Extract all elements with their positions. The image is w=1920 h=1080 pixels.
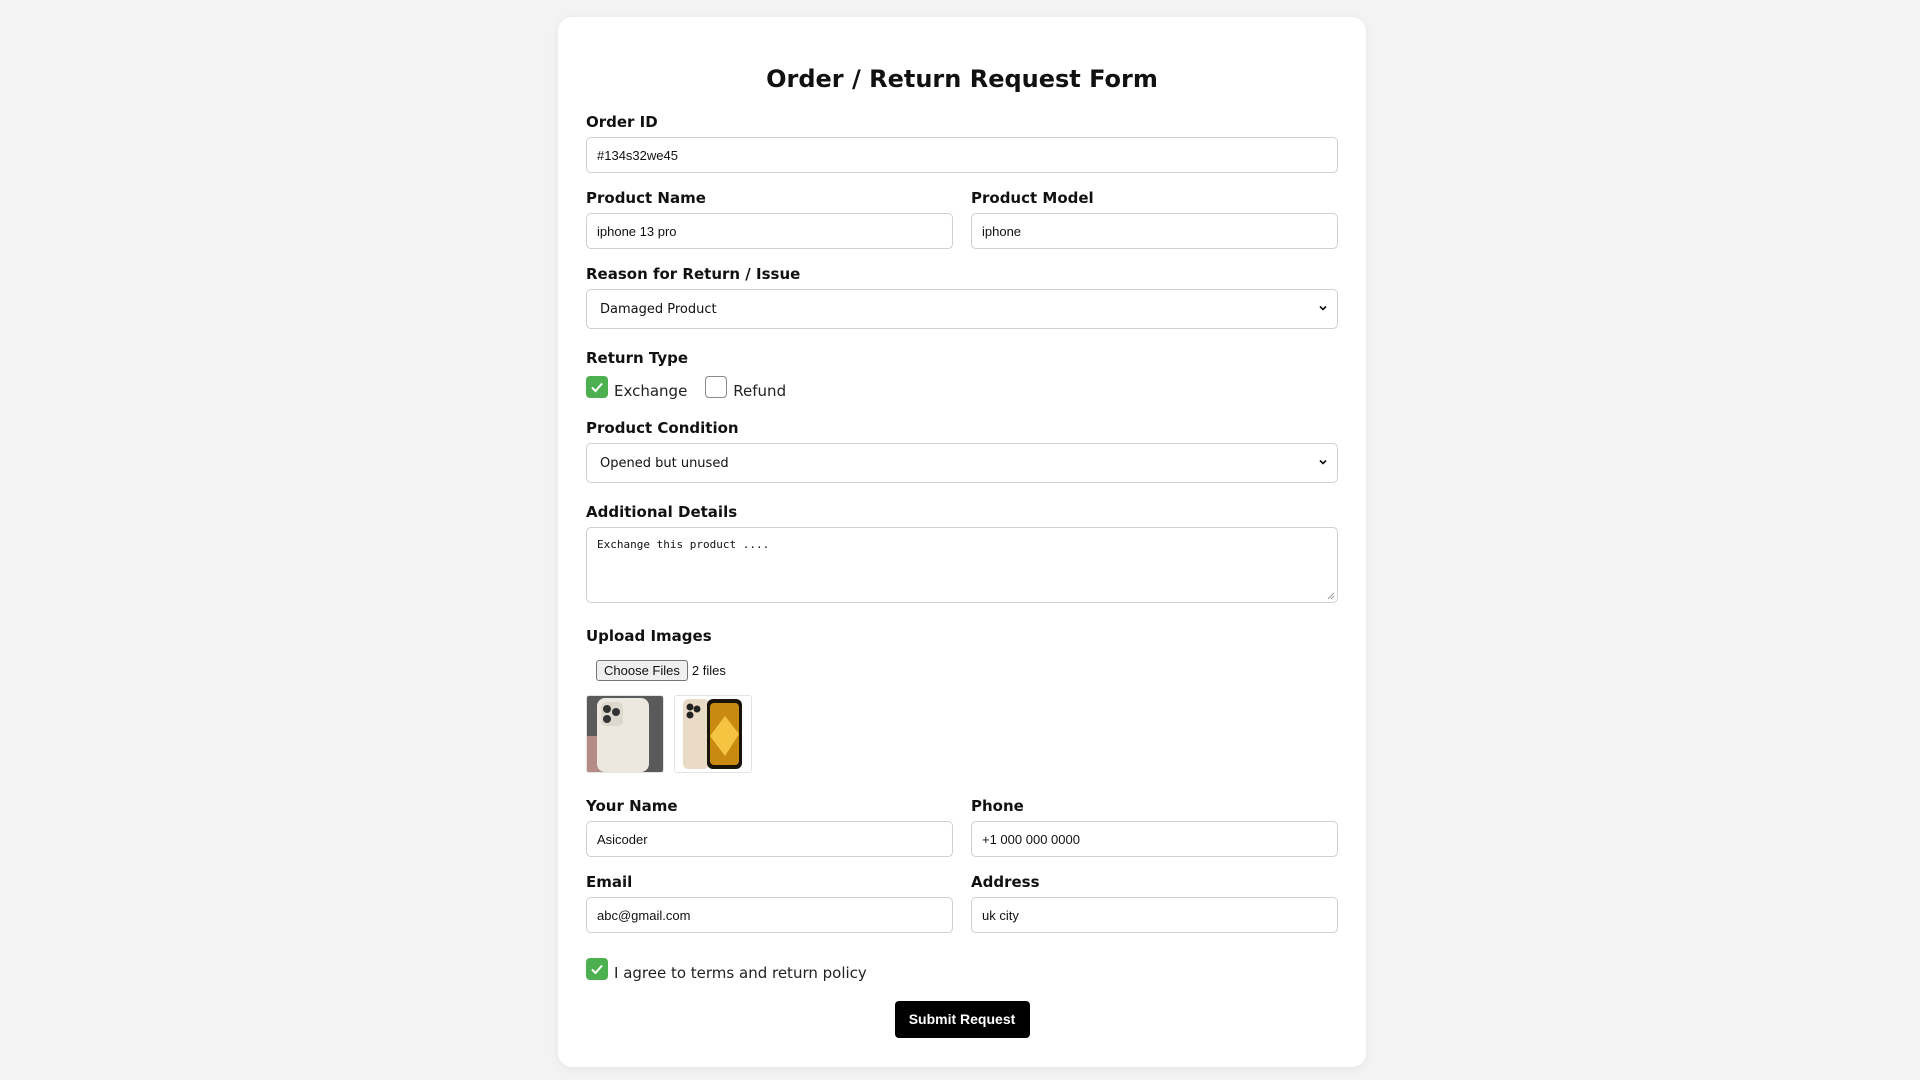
condition-selected-value: Opened but unused	[600, 456, 729, 471]
image-thumbnail	[674, 695, 752, 773]
product-name-label: Product Name	[586, 189, 706, 207]
product-name-input[interactable]	[586, 213, 953, 249]
email-input[interactable]	[586, 897, 953, 933]
order-id-input[interactable]	[586, 137, 1338, 173]
phone-label: Phone	[971, 797, 1024, 815]
product-model-input[interactable]	[971, 213, 1338, 249]
phone-photo-icon	[587, 696, 663, 772]
return-type-options: Exchange Refund	[586, 373, 1338, 401]
exchange-checkbox[interactable]	[586, 376, 608, 398]
image-previews	[586, 695, 1338, 773]
chevron-down-icon	[1319, 459, 1327, 465]
refund-checkbox[interactable]	[705, 376, 728, 398]
details-textarea[interactable]: Exchange this product ....	[586, 527, 1338, 603]
product-model-label: Product Model	[971, 189, 1094, 207]
agree-terms-row: I agree to terms and return policy	[586, 957, 1338, 982]
order-id-label: Order ID	[586, 113, 658, 131]
reason-select[interactable]: Damaged Product	[586, 289, 1338, 329]
condition-select[interactable]: Opened but unused	[586, 443, 1338, 483]
checkmark-icon	[591, 382, 603, 393]
form-title: Order / Return Request Form	[766, 65, 1158, 93]
agree-label: I agree to terms and return policy	[614, 964, 867, 982]
file-count: 2 files	[691, 662, 726, 678]
exchange-label: Exchange	[614, 382, 688, 400]
resize-handle-icon[interactable]	[1327, 592, 1335, 600]
checkmark-icon	[591, 964, 603, 975]
choose-files-button[interactable]: Choose Files	[596, 659, 688, 681]
agree-checkbox[interactable]	[586, 958, 608, 980]
refund-label: Refund	[733, 382, 787, 400]
reason-label: Reason for Return / Issue	[586, 265, 801, 283]
chevron-down-icon	[1319, 305, 1327, 311]
details-text: Exchange this product ....	[597, 538, 770, 551]
upload-label: Upload Images	[586, 627, 712, 645]
submit-request-button[interactable]: Submit Request	[894, 1001, 1030, 1038]
address-label: Address	[971, 873, 1040, 891]
return-form-card: Order / Return Request Form Order ID Pro…	[558, 17, 1366, 1067]
condition-label: Product Condition	[586, 419, 739, 437]
email-label: Email	[586, 873, 633, 891]
file-input: Choose Files 2 files	[596, 659, 1338, 681]
return-type-label: Return Type	[586, 349, 689, 367]
phone-input[interactable]	[971, 821, 1338, 857]
image-thumbnail	[586, 695, 664, 773]
your-name-input[interactable]	[586, 821, 953, 857]
your-name-label: Your Name	[586, 797, 678, 815]
reason-selected-value: Damaged Product	[600, 302, 717, 317]
phone-photo-icon	[675, 696, 751, 772]
details-label: Additional Details	[586, 503, 738, 521]
address-input[interactable]	[971, 897, 1338, 933]
